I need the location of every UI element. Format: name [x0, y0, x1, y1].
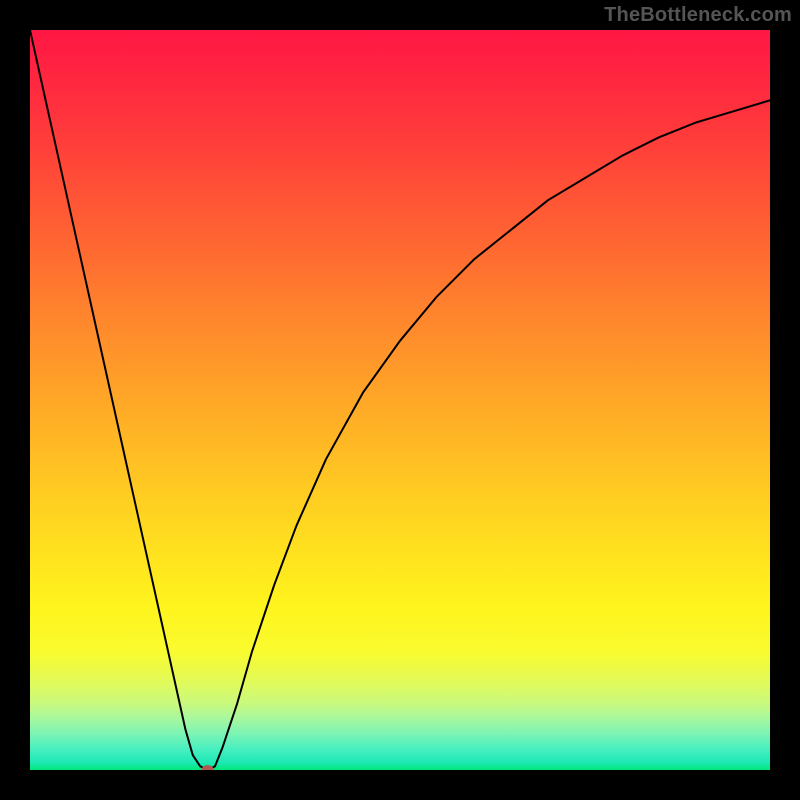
- plot-area: [30, 30, 770, 770]
- optimal-point-marker: [202, 765, 214, 770]
- chart-svg: [30, 30, 770, 770]
- bottleneck-curve: [30, 30, 770, 770]
- chart-frame: TheBottleneck.com: [0, 0, 800, 800]
- watermark-text: TheBottleneck.com: [604, 4, 792, 27]
